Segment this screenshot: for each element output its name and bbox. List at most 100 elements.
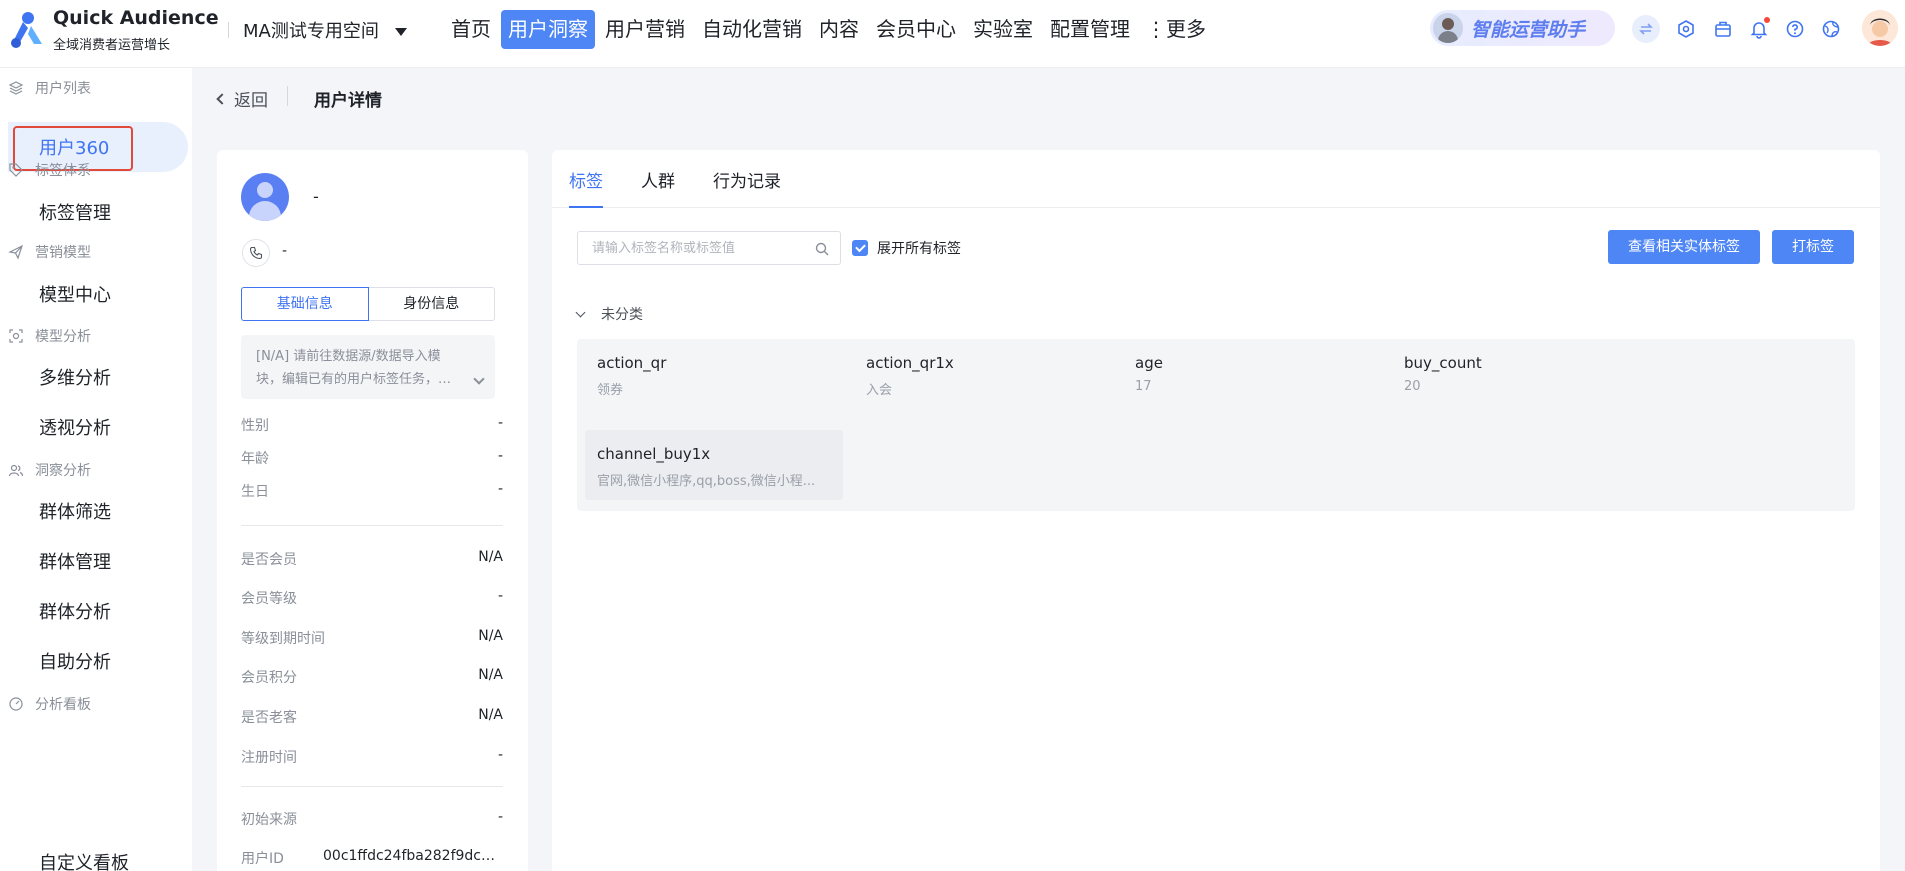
nav-user-marketing[interactable]: 用户营销 <box>598 10 692 49</box>
tag-search-input[interactable] <box>578 232 808 264</box>
field-is-returning: 是否老客 N/A <box>241 707 503 727</box>
sidebar-item-custom-dashboard[interactable]: 自定义看板 <box>39 849 129 871</box>
expand-all-label[interactable]: 展开所有标签 <box>877 238 961 258</box>
layers-icon <box>8 81 24 95</box>
field-value: N/A <box>478 707 503 723</box>
switch-arrows-icon[interactable] <box>1632 15 1660 43</box>
header-divider <box>287 86 288 106</box>
workspace-name: MA测试专用空间 <box>243 21 379 42</box>
sidebar-group-dashboard: 分析看板 <box>8 694 91 714</box>
chevron-down-icon <box>575 307 586 317</box>
sidebar-group-label: 用户列表 <box>35 81 91 97</box>
assistant-label: 智能运营助手 <box>1471 18 1586 41</box>
expand-all-checkbox[interactable] <box>852 240 868 256</box>
field-label: 生日 <box>241 484 269 500</box>
nav-user-insight[interactable]: 用户洞察 <box>501 10 595 49</box>
field-value: N/A <box>478 667 503 683</box>
nav-member-center[interactable]: 会员中心 <box>869 10 963 49</box>
sidebar-item-model-center[interactable]: 模型中心 <box>39 281 111 307</box>
field-member-points: 会员积分 N/A <box>241 667 503 687</box>
tag-card[interactable]: action_qr1x 入会 <box>854 339 1112 409</box>
sidebar-group-marketing-model: 营销模型 <box>8 242 91 262</box>
field-label: 性别 <box>241 418 269 434</box>
profile-avatar <box>241 173 289 221</box>
tag-value: 领券 <box>597 383 624 398</box>
add-tag-button[interactable]: 打标签 <box>1772 230 1854 264</box>
field-member-level: 会员等级 - <box>241 588 503 608</box>
tab-basic-info[interactable]: 基础信息 <box>241 287 369 321</box>
category-label: 未分类 <box>601 307 643 323</box>
section-divider <box>241 786 503 787</box>
field-value: - <box>497 481 503 497</box>
tab-audiences[interactable]: 人群 <box>641 167 675 192</box>
profile-phone: - <box>282 243 288 259</box>
help-circle-icon[interactable] <box>1783 17 1807 41</box>
tab-identity-info[interactable]: 身份信息 <box>368 287 495 321</box>
tag-value: 20 <box>1404 379 1421 394</box>
user-avatar[interactable] <box>1862 10 1898 46</box>
page-title: 用户详情 <box>314 91 382 111</box>
sidebar-item-multi-dim-analysis[interactable]: 多维分析 <box>39 364 111 390</box>
globe-icon[interactable] <box>1819 17 1843 41</box>
tag-card[interactable]: action_qr 领券 <box>585 339 843 409</box>
main-nav: 首页 用户洞察 用户营销 自动化营销 内容 会员中心 实验室 配置管理 ⋮更多 <box>444 10 1206 49</box>
profile-card: - - 基础信息 身份信息 [N/A] 请前往数据源/数据导入模块，编辑已有的用… <box>217 150 528 871</box>
tab-behavior-records[interactable]: 行为记录 <box>713 167 781 192</box>
tag-name: action_qr <box>597 354 667 372</box>
field-label: 会员积分 <box>241 670 297 686</box>
profile-name: - <box>313 187 319 206</box>
field-is-member: 是否会员 N/A <box>241 549 503 569</box>
app-hub-icon[interactable] <box>1674 17 1698 41</box>
search-icon[interactable] <box>814 241 830 257</box>
scan-icon <box>9 329 23 343</box>
field-label: 会员等级 <box>241 591 297 607</box>
sidebar-group-label: 洞察分析 <box>35 463 91 479</box>
users-icon <box>8 464 24 477</box>
sidebar: 用户列表 用户360 标签体系 标签管理 营销模型 模型中心 模型分析 多维分析… <box>0 68 192 871</box>
nav-home[interactable]: 首页 <box>444 10 498 49</box>
sidebar-item-pivot-analysis[interactable]: 透视分析 <box>39 414 111 440</box>
back-button[interactable]: 返回 <box>216 86 268 111</box>
nav-lab[interactable]: 实验室 <box>966 10 1040 49</box>
tag-card[interactable]: age 17 <box>1123 339 1381 409</box>
bell-icon[interactable] <box>1747 17 1771 41</box>
tag-card[interactable]: buy_count 20 <box>1392 339 1650 409</box>
field-value: 00c1ffdc24fba282f9dc1... <box>323 848 503 864</box>
field-label: 初始来源 <box>241 812 297 828</box>
sidebar-group-label: 营销模型 <box>35 245 91 261</box>
smart-assistant-button[interactable]: 智能运营助手 <box>1430 10 1615 46</box>
top-navbar: Quick Audience 全域消费者运营增长 MA测试专用空间 首页 用户洞… <box>0 0 1905 68</box>
workspace-selector[interactable]: MA测试专用空间 <box>243 17 407 43</box>
tags-panel: 标签 人群 行为记录 展开所有标签 查看相关实体标签 打标签 未分类 actio… <box>552 150 1880 871</box>
field-value: - <box>497 588 503 604</box>
nav-more[interactable]: ⋮更多 <box>1140 10 1206 49</box>
tag-search <box>577 231 841 265</box>
field-label: 是否老客 <box>241 710 297 726</box>
field-label: 用户ID <box>241 851 284 867</box>
nav-automation-marketing[interactable]: 自动化营销 <box>695 10 809 49</box>
sidebar-item-tag-management[interactable]: 标签管理 <box>39 199 111 225</box>
field-birthday: 生日 - <box>241 481 503 501</box>
field-level-expiry: 等级到期时间 N/A <box>241 628 503 648</box>
tag-grid: action_qr 领券 action_qr1x 入会 age 17 buy_c… <box>577 339 1855 511</box>
sidebar-item-group-analysis[interactable]: 群体分析 <box>39 598 111 624</box>
quick-audience-logo[interactable] <box>8 10 48 50</box>
toolbox-icon[interactable] <box>1711 17 1735 41</box>
sidebar-item-group-management[interactable]: 群体管理 <box>39 548 111 574</box>
gauge-icon <box>9 697 23 711</box>
tag-value: 入会 <box>866 383 893 398</box>
sidebar-item-group-filter[interactable]: 群体筛选 <box>39 498 111 524</box>
field-label: 注册时间 <box>241 750 297 766</box>
chevron-left-icon <box>216 92 228 105</box>
sidebar-item-self-service-analysis[interactable]: 自助分析 <box>39 648 111 674</box>
tag-config-notice[interactable]: [N/A] 请前往数据源/数据导入模块，编辑已有的用户标签任务，… <box>241 335 495 399</box>
tab-tags[interactable]: 标签 <box>569 167 603 208</box>
tag-card[interactable]: channel_buy1x 官网,微信小程序,qq,boss,微信小程... <box>585 430 843 500</box>
chevron-down-icon <box>473 373 485 385</box>
view-related-entity-tags-button[interactable]: 查看相关实体标签 <box>1608 230 1760 264</box>
assistant-avatar <box>1433 13 1463 43</box>
nav-config[interactable]: 配置管理 <box>1043 10 1137 49</box>
category-uncategorized[interactable]: 未分类 <box>575 304 643 324</box>
nav-content[interactable]: 内容 <box>812 10 866 49</box>
brand-divider <box>228 22 229 38</box>
